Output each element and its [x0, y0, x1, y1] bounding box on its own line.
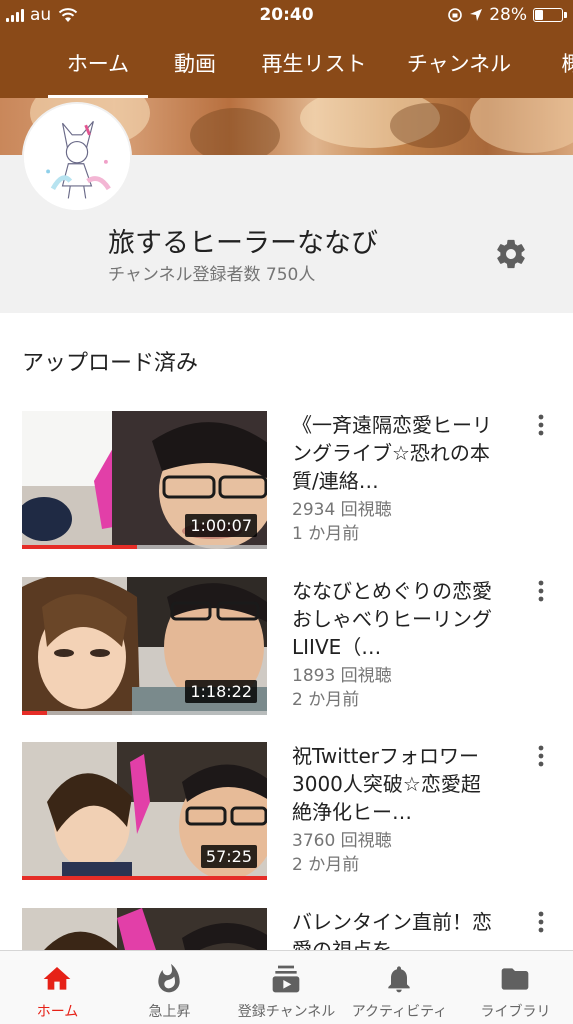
- video-views: 1893 回視聴: [292, 666, 392, 686]
- tab-videos[interactable]: 動画: [166, 32, 224, 98]
- video-item[interactable]: 57:25 祝Twitterフォロワー3000人突破☆恋愛超絶浄化ヒー… 376…: [0, 742, 573, 887]
- nav-home[interactable]: ホーム: [0, 951, 115, 1024]
- flame-icon: [158, 963, 180, 993]
- location-icon: [470, 9, 483, 21]
- channel-name: 旅するヒーラーななび: [108, 228, 378, 259]
- video-title[interactable]: 祝Twitterフォロワー3000人突破☆恋愛超絶浄化ヒー…: [292, 742, 492, 826]
- bottom-navigation: ホーム 急上昇 登録チャンネル アクティビティ ライブラリ: [0, 950, 573, 1024]
- video-title[interactable]: 《一斉遠隔恋愛ヒーリングライブ☆恐れの本質/連絡…: [292, 411, 492, 495]
- tab-playlists[interactable]: 再生リスト: [254, 32, 374, 98]
- video-item[interactable]: 1:18:22 ななびとめぐりの恋愛おしゃべりヒーリングLIIVE（… 1893…: [0, 577, 573, 722]
- video-item[interactable]: 1:00:07 《一斉遠隔恋愛ヒーリングライブ☆恐れの本質/連絡… 2934 回…: [0, 411, 573, 556]
- subscriber-count: チャンネル登録者数 750人: [108, 265, 316, 285]
- video-age: 2 か月前: [292, 690, 360, 710]
- fox-girl-avatar-image: [24, 104, 130, 210]
- channel-tabs: ホーム 動画 再生リスト チャンネル 概: [0, 32, 573, 98]
- nav-activity-label: アクティビティ: [351, 1004, 448, 1020]
- orientation-lock-icon: [448, 8, 463, 22]
- video-thumbnail[interactable]: 1:00:07: [22, 411, 267, 549]
- more-options-icon[interactable]: [532, 742, 550, 770]
- home-icon: [43, 967, 71, 990]
- folder-icon: [501, 968, 529, 990]
- bell-icon: [388, 966, 410, 993]
- video-views: 2934 回視聴: [292, 500, 392, 520]
- status-bar: au 20:40 28%: [0, 0, 573, 32]
- video-views: 3760 回視聴: [292, 831, 392, 851]
- tab-channels[interactable]: チャンネル: [400, 32, 518, 98]
- tab-about[interactable]: 概: [552, 32, 573, 98]
- subscriptions-icon: [272, 965, 300, 993]
- settings-gear-icon[interactable]: [494, 237, 528, 271]
- nav-activity[interactable]: アクティビティ: [342, 951, 457, 1024]
- video-title[interactable]: ななびとめぐりの恋愛おしゃべりヒーリングLIIVE（…: [292, 577, 492, 661]
- tab-home[interactable]: ホーム: [48, 32, 148, 98]
- channel-avatar[interactable]: [22, 102, 132, 212]
- status-right: 28%: [447, 5, 567, 25]
- more-options-icon[interactable]: [532, 411, 550, 439]
- nav-trending-label: 急上昇: [148, 1004, 191, 1020]
- battery-icon: [533, 8, 567, 22]
- video-duration: 1:18:22: [185, 680, 257, 703]
- more-options-icon[interactable]: [532, 577, 550, 605]
- video-thumbnail[interactable]: 57:25: [22, 742, 267, 880]
- nav-subscriptions-label: 登録チャンネル: [237, 1004, 336, 1020]
- nav-library[interactable]: ライブラリ: [458, 951, 573, 1024]
- video-age: 1 か月前: [292, 524, 360, 544]
- nav-subscriptions[interactable]: 登録チャンネル: [229, 951, 344, 1024]
- video-thumbnail[interactable]: 1:18:22: [22, 577, 267, 715]
- battery-percent: 28%: [489, 5, 527, 25]
- uploads-heading: アップロード済み: [22, 351, 199, 376]
- video-duration: 1:00:07: [185, 514, 257, 537]
- youtube-channel-screen: { "status_bar": { "carrier": "au", "time…: [0, 0, 573, 1024]
- video-duration: 57:25: [200, 845, 257, 868]
- nav-trending[interactable]: 急上昇: [112, 951, 227, 1024]
- video-age: 2 か月前: [292, 855, 360, 875]
- nav-library-label: ライブラリ: [480, 1004, 551, 1020]
- nav-home-label: ホーム: [36, 1004, 79, 1020]
- more-options-icon[interactable]: [532, 908, 550, 936]
